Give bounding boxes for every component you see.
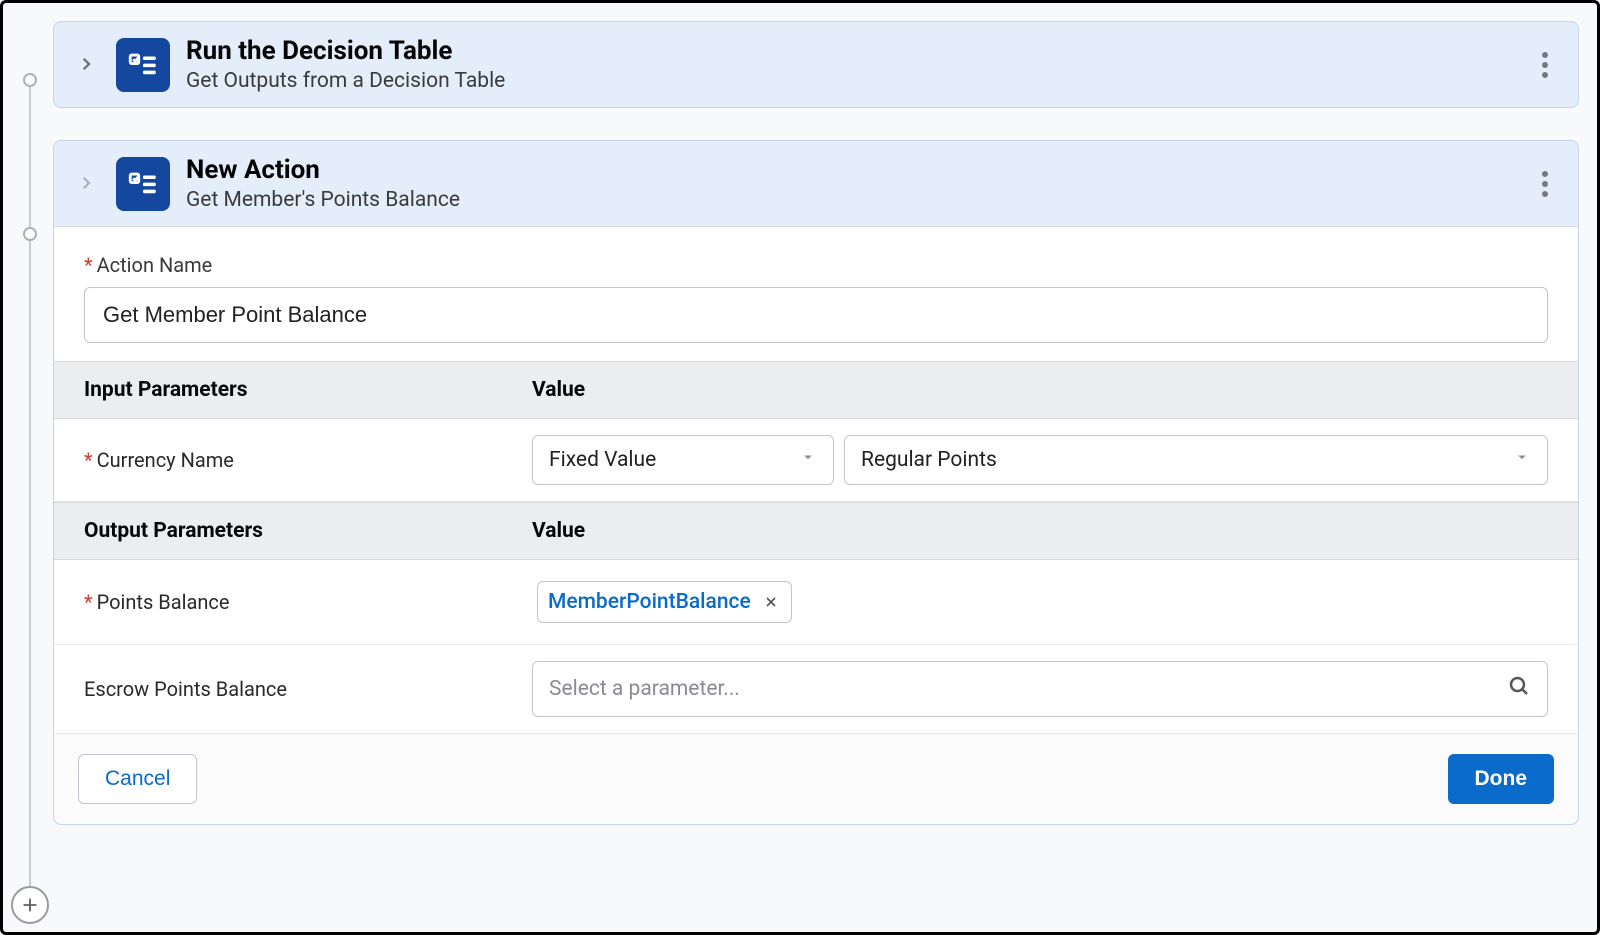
card-menu-button[interactable] <box>1530 52 1560 78</box>
token-pill: MemberPointBalance <box>537 581 792 623</box>
currency-value-select[interactable]: Regular Points <box>844 435 1548 485</box>
param-label: Points Balance <box>97 590 230 614</box>
action-name-input[interactable] <box>84 287 1548 343</box>
remove-token-icon[interactable] <box>761 592 781 612</box>
timeline-dot <box>23 227 37 241</box>
timeline-connector <box>29 73 31 902</box>
search-icon <box>1507 674 1531 704</box>
card-title: Run the Decision Table <box>186 36 1514 67</box>
expand-toggle[interactable] <box>72 170 100 198</box>
add-step-button[interactable] <box>11 886 49 924</box>
action-card-run-decision-table: Run the Decision Table Get Outputs from … <box>53 21 1579 108</box>
action-type-icon <box>116 157 170 211</box>
card-subtitle: Get Member's Points Balance <box>186 188 1514 212</box>
action-card-new-action: New Action Get Member's Points Balance *… <box>53 140 1579 825</box>
card-title: New Action <box>186 155 1514 186</box>
action-name-label: *Action Name <box>84 253 1548 277</box>
param-row-currency-name: *Currency Name Fixed Value Regular Point… <box>54 419 1578 502</box>
done-button[interactable]: Done <box>1448 754 1555 804</box>
action-type-icon <box>116 38 170 92</box>
cancel-button[interactable]: Cancel <box>78 754 197 804</box>
chevron-down-icon <box>1513 448 1531 472</box>
param-label: Currency Name <box>97 448 234 472</box>
chevron-down-icon <box>799 448 817 472</box>
currency-mode-select[interactable]: Fixed Value <box>532 435 834 485</box>
expand-toggle[interactable] <box>72 51 100 79</box>
param-row-points-balance: *Points Balance MemberPointBalance <box>54 560 1578 645</box>
input-parameters-header: Input Parameters Value <box>54 361 1578 419</box>
param-label: Escrow Points Balance <box>84 677 287 701</box>
timeline-dot <box>23 73 37 87</box>
card-menu-button[interactable] <box>1530 171 1560 197</box>
card-subtitle: Get Outputs from a Decision Table <box>186 69 1514 93</box>
points-balance-value[interactable]: MemberPointBalance <box>532 576 1548 628</box>
output-parameters-header: Output Parameters Value <box>54 502 1578 560</box>
escrow-parameter-lookup[interactable]: Select a parameter... <box>532 661 1548 717</box>
param-row-escrow: Escrow Points Balance Select a parameter… <box>54 645 1578 733</box>
